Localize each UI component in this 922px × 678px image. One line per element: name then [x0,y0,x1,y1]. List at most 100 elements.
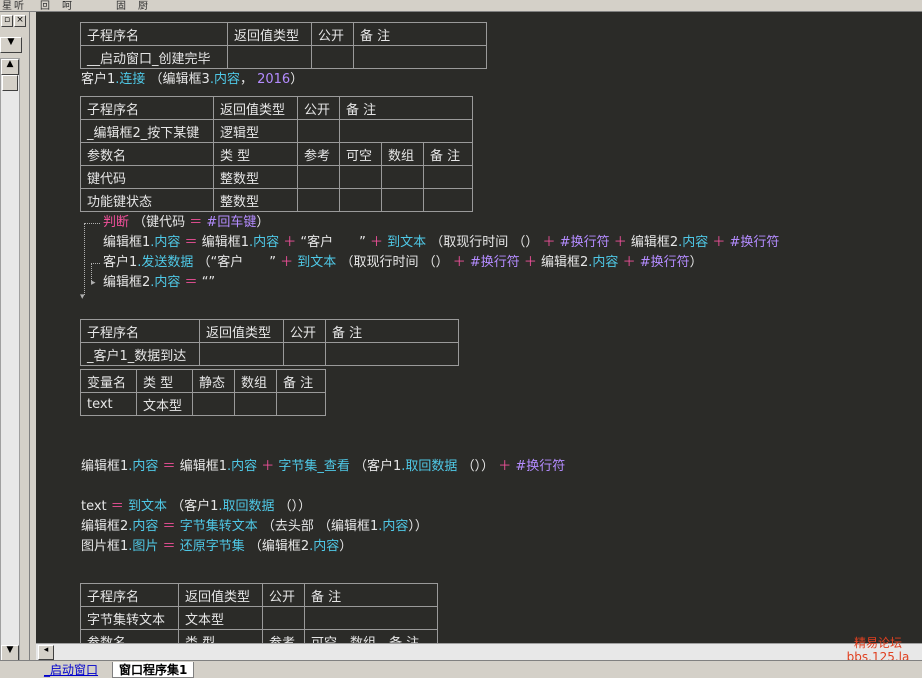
scroll-left-icon[interactable]: ◂ [38,645,54,660]
header-public: 公开 [311,22,354,46]
remark-cell[interactable] [339,119,473,143]
return-type-cell[interactable]: 逻辑型 [213,119,298,143]
return-type-cell[interactable] [199,342,284,366]
header-return-type: 返回值类型 [199,319,284,343]
tab-window-assembly[interactable]: 窗口程序集1 [112,662,195,678]
var-type-cell[interactable]: 文本型 [136,392,193,416]
code-line-text[interactable]: text ＝ 到文本 （客户1.取回数据 （）） [81,497,311,517]
toolbar-button-4[interactable]: 呵 [62,0,72,11]
chevron-down-icon[interactable]: ▼ [0,37,22,53]
code-line-clear[interactable]: 编辑框2.内容 ＝ “” [103,273,215,293]
code-line-convert[interactable]: 编辑框2.内容 ＝ 字节集转文本 （去头部 （编辑框1.内容）） [81,517,428,537]
toolbar-button-5[interactable]: 固 [116,0,126,11]
var-static-cell[interactable] [192,392,235,416]
public-cell[interactable] [283,342,326,366]
param-name-cell[interactable]: 功能键状态 [80,188,214,212]
scroll-thumb[interactable] [2,75,18,91]
flow-line [84,223,85,295]
remark-cell[interactable] [325,342,459,366]
header-public: 公开 [297,96,340,120]
flow-line [84,223,100,224]
toolbar-button-1[interactable]: 星 [2,0,12,11]
code-line-assign-1[interactable]: 编辑框1.内容 ＝ 编辑框1.内容 ＋ “客户 ” ＋ 到文本 （取现行时间 （… [103,233,779,253]
param-type-cell[interactable]: 整数型 [213,165,298,189]
header-sub-name: 子程序名 [80,22,228,46]
sub-name-cell[interactable]: 字节集转文本 [80,606,179,630]
table-row[interactable]: text 文本型 [80,392,326,416]
header-remark: 备 注 [423,142,473,166]
header-var-name: 变量名 [80,369,137,393]
horizontal-scrollbar[interactable]: ◂ [36,643,922,660]
var-array-cell[interactable] [234,392,277,416]
header-sub-name: 子程序名 [80,583,179,607]
param-name-cell[interactable]: 键代码 [80,165,214,189]
tab-startup-window[interactable]: _启动窗口 [38,662,104,678]
restore-icon[interactable]: ▫ [1,15,13,27]
param-reference-cell[interactable] [297,165,340,189]
scroll-up-icon[interactable]: ▲ [1,59,19,75]
header-return-type: 返回值类型 [227,22,312,46]
header-nullable: 可空 [339,142,382,166]
table-row[interactable]: 键代码 整数型 [80,165,473,189]
parameter-table-2: 参数名 类 型 参考 可空 数组 备 注 键代码 整数型 功能键状态 整数型 [80,142,473,212]
param-nullable-cell[interactable] [339,188,382,212]
header-static: 静态 [192,369,235,393]
sub-name-cell[interactable]: _编辑框2_按下某键 [80,119,214,143]
var-name-cell[interactable]: text [80,392,137,416]
tab-bar: _启动窗口 窗口程序集1 [0,660,922,678]
header-array: 数组 [381,142,424,166]
scroll-down-icon[interactable]: ▼ [1,645,19,661]
code-line-append[interactable]: 编辑框1.内容 ＝ 编辑框1.内容 ＋ 字节集_查看 （客户1.取回数据 （））… [81,457,565,477]
subroutine-table-1: 子程序名 返回值类型 公开 备 注 __启动窗口_创建完毕 [80,22,487,69]
header-nullable: 可空 [311,635,338,644]
header-array: 数组 [350,635,377,644]
toolbar-button-2[interactable]: 听 [14,0,24,11]
toolbar-button-3[interactable]: 回 [40,0,50,11]
param-reference-cell[interactable] [297,188,340,212]
vertical-scrollbar[interactable]: ▲ ▼ [0,58,20,662]
remark-cell[interactable] [304,606,438,630]
header-type: 类 型 [213,142,298,166]
toolbar: 星 听 回 呵 固 厨 [0,0,922,12]
public-cell[interactable] [311,45,354,69]
sub-name-cell[interactable]: __启动窗口_创建完毕 [80,45,228,69]
close-icon[interactable]: × [14,15,26,27]
param-type-cell[interactable]: 整数型 [213,188,298,212]
header-type: 类 型 [136,369,193,393]
param-array-cell[interactable] [381,188,424,212]
variable-table-3: 变量名 类 型 静态 数组 备 注 text 文本型 [80,369,326,416]
subroutine-table-3: 子程序名 返回值类型 公开 备 注 _客户1_数据到达 [80,319,459,366]
header-type: 类 型 [178,629,263,643]
public-cell[interactable] [297,119,340,143]
param-array-cell[interactable] [381,165,424,189]
table-row[interactable]: 功能键状态 整数型 [80,188,473,212]
header-remark: 备 注 [339,96,473,120]
param-nullable-cell[interactable] [339,165,382,189]
header-remark: 备 注 [353,22,487,46]
subroutine-table-2: 子程序名 返回值类型 公开 备 注 _编辑框2_按下某键 逻辑型 [80,96,473,143]
header-remark: 备 注 [276,369,326,393]
param-remark-cell[interactable] [423,165,473,189]
toolbar-button-6[interactable]: 厨 [138,0,148,11]
var-remark-cell[interactable] [276,392,326,416]
code-line-send[interactable]: 客户1.发送数据 （“客户 ” ＋ 到文本 （取现行时间 （） ＋ #换行符 ＋… [103,253,703,273]
return-type-cell[interactable] [227,45,312,69]
header-return-type: 返回值类型 [178,583,263,607]
sub-name-cell[interactable]: _客户1_数据到达 [80,342,200,366]
flow-line [91,263,100,264]
code-line-picture[interactable]: 图片框1.图片 ＝ 还原字节集 （编辑框2.内容） [81,537,352,557]
left-panel: ▫ × ▼ ▲ ▼ [0,12,30,662]
code-line-connect[interactable]: 客户1.连接 （编辑框3.内容， 2016） [81,70,303,90]
header-remark: 备 注 [304,583,438,607]
code-line-if[interactable]: 判断 （键代码 ＝ #回车键） [103,213,269,233]
watermark-title: 精易论坛 [853,636,902,650]
param-remark-cell[interactable] [423,188,473,212]
return-type-cell[interactable]: 文本型 [178,606,263,630]
header-rest: 可空 数组 备 注 [304,629,438,644]
public-cell[interactable] [262,606,305,630]
header-public: 公开 [283,319,326,343]
header-public: 公开 [262,583,305,607]
remark-cell[interactable] [353,45,487,69]
code-editor[interactable]: 子程序名 返回值类型 公开 备 注 __启动窗口_创建完毕 客户1.连接 （编辑… [36,12,922,643]
flow-arrow-icon: ▸ [91,278,96,288]
